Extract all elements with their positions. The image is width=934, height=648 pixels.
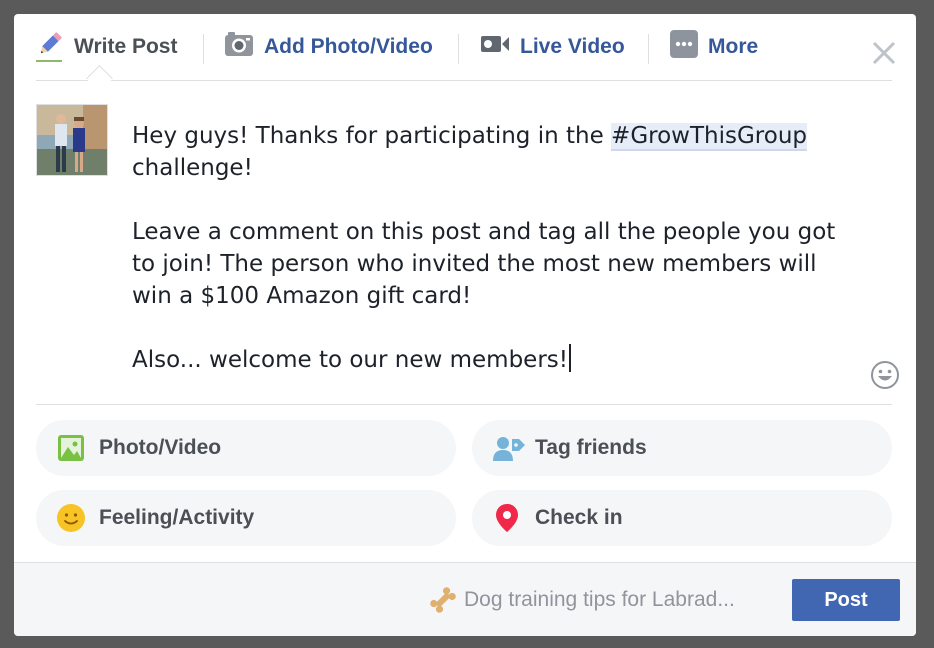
text-cursor bbox=[569, 344, 571, 372]
tab-live-video-label: Live Video bbox=[520, 35, 625, 58]
photo-icon bbox=[56, 433, 86, 463]
avatar bbox=[36, 104, 108, 176]
bone-icon bbox=[428, 585, 458, 615]
feeling-smiley-icon bbox=[56, 503, 86, 533]
post-line-2: challenge! bbox=[132, 155, 253, 181]
tag-friends-label: Tag friends bbox=[535, 436, 647, 459]
feeling-activity-button[interactable]: Feeling/Activity bbox=[36, 490, 456, 546]
post-paragraph-1: Hey guys! Thanks for participating in th… bbox=[132, 120, 852, 184]
more-dots-icon bbox=[670, 30, 698, 64]
post-text-editor[interactable]: Hey guys! Thanks for participating in th… bbox=[132, 120, 852, 376]
smiley-icon bbox=[870, 361, 900, 394]
tag-friends-button[interactable]: Tag friends bbox=[472, 420, 892, 476]
tab-write-post-label: Write Post bbox=[74, 35, 178, 58]
pencil-icon bbox=[36, 30, 64, 64]
tab-live-video[interactable]: Live Video bbox=[480, 14, 625, 80]
tab-add-photo-video-label: Add Photo/Video bbox=[264, 35, 433, 58]
tab-separator bbox=[203, 34, 204, 64]
tab-more[interactable]: More bbox=[670, 14, 758, 80]
video-camera-icon bbox=[480, 33, 510, 61]
post-button[interactable]: Post bbox=[792, 579, 900, 621]
tag-friends-icon bbox=[492, 433, 525, 463]
tab-separator bbox=[648, 34, 649, 64]
post-paragraph-3-text: Also... welcome to our new members! bbox=[132, 347, 568, 373]
tab-separator bbox=[458, 34, 459, 64]
post-paragraph-3: Also... welcome to our new members! bbox=[132, 344, 852, 376]
composer-tabs: Write Post Add Photo/Video Live Video Mo… bbox=[36, 14, 892, 81]
photo-video-label: Photo/Video bbox=[99, 436, 222, 459]
close-icon bbox=[871, 41, 897, 70]
tab-write-post[interactable]: Write Post bbox=[36, 14, 177, 80]
tab-add-photo-video[interactable]: Add Photo/Video bbox=[224, 14, 433, 80]
hashtag-link[interactable]: #GrowThisGroup bbox=[611, 123, 807, 151]
emoji-button[interactable] bbox=[870, 360, 900, 390]
check-in-label: Check in bbox=[535, 506, 623, 529]
check-in-button[interactable]: Check in bbox=[472, 490, 892, 546]
post-paragraph-2: Leave a comment on this post and tag all… bbox=[132, 219, 836, 309]
close-button[interactable] bbox=[871, 40, 897, 66]
location-pin-icon bbox=[492, 503, 522, 533]
group-suggestion-link[interactable]: Dog training tips for Labrad... bbox=[428, 583, 735, 617]
active-tab-indicator bbox=[36, 60, 62, 62]
create-post-dialog: Write Post Add Photo/Video Live Video Mo… bbox=[14, 14, 916, 636]
composer-footer: Dog training tips for Labrad... Post bbox=[14, 562, 916, 636]
group-suggestion-label: Dog training tips for Labrad... bbox=[464, 588, 735, 611]
photo-video-button[interactable]: Photo/Video bbox=[36, 420, 456, 476]
feeling-activity-label: Feeling/Activity bbox=[99, 506, 255, 529]
tab-more-label: More bbox=[708, 35, 759, 58]
composer-divider bbox=[36, 404, 892, 405]
post-line-1: Hey guys! Thanks for participating in th… bbox=[132, 123, 612, 149]
camera-icon bbox=[224, 31, 254, 63]
